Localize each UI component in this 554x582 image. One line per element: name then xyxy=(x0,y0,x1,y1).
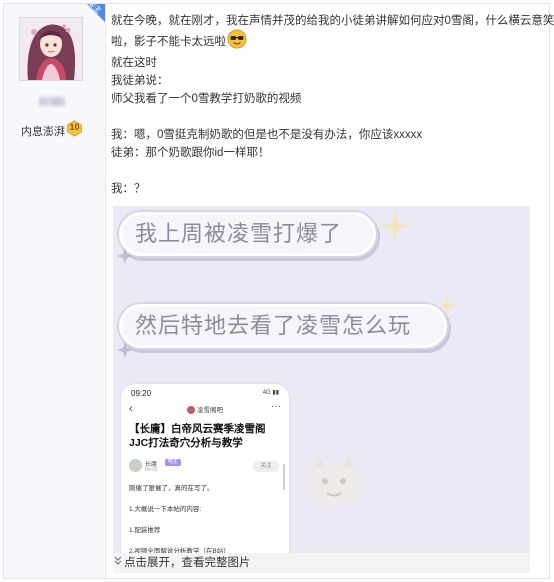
phone-scrollbar xyxy=(283,464,285,490)
author-sidebar: 内息澎湃 10 xyxy=(4,4,106,578)
user-title: 内息澎湃 xyxy=(21,126,65,138)
post-time: 09-02 xyxy=(145,467,158,473)
sunglasses-emoji-icon xyxy=(227,29,247,49)
post-line: 就在这时 xyxy=(111,57,157,69)
back-icon: ‹ xyxy=(129,403,133,415)
phone-body-line: 1.配装推荐 xyxy=(129,527,161,534)
post-line: 我：嗯，0雪挺克制奶歌的但是也不是没有办法，你应该xxxxx xyxy=(111,129,423,141)
forum-avatar-icon xyxy=(187,406,195,415)
author-tag: 吧主 xyxy=(165,459,182,466)
op-ribbon: 楼主 xyxy=(70,4,105,31)
speech-bubble: 我上周被凌雪打爆了 xyxy=(119,212,376,256)
level-number: 10 xyxy=(69,122,80,132)
forum-name: 凌雪阁吧 xyxy=(197,407,223,414)
post-body: 就在今晚，就在刚才，我在声情并茂的给我的小徒弟讲解如何应对0雪阁，什么横云意笑傲… xyxy=(111,12,554,198)
speech-bubble: 然后特地去看了凌雪怎么玩 xyxy=(119,304,447,348)
double-chevron-down-icon xyxy=(114,553,122,573)
post-line: 我：？ xyxy=(111,183,146,195)
level-badge-icon[interactable]: 10 xyxy=(66,120,83,137)
sparkle-decoration-icon xyxy=(117,342,133,358)
sparkle-decoration-icon xyxy=(117,248,133,264)
post-line-with-emoji: 啦，影子不能卡太远啦 xyxy=(111,29,531,54)
post-image[interactable]: 我上周被凌雪打爆了 然后特地去看了凌雪怎么玩 09:20 4G ▮▮ ‹ 凌雪阁… xyxy=(113,206,530,556)
follow-button: 关注 xyxy=(253,461,279,472)
author-avatar xyxy=(129,459,142,472)
post-line: 就在今晚，就在刚才，我在声情并茂的给我的小徒弟讲解如何应对0雪阁，什么横云意笑傲 xyxy=(111,15,554,27)
forum-header: 凌雪阁吧 xyxy=(187,404,223,415)
post-line: 啦，影子不能卡太远啦 xyxy=(111,36,226,48)
phone-post-title: 【长庸】白帝风云赛季凌雪阁 JJC打法奇穴分析与教学 xyxy=(129,423,266,449)
op-ribbon-label: 楼主 xyxy=(85,4,104,16)
post-line: 徒弟：那个奶歌跟你id一样耶！ xyxy=(111,147,270,159)
chevron-graphic xyxy=(114,556,122,565)
sparkle-decoration-icon xyxy=(437,296,457,316)
post-line: 师父我看了一个0雪教学打奶歌的视频 xyxy=(111,93,302,105)
phone-time: 09:20 xyxy=(131,389,152,398)
phone-body-line: 刚催了狠催了，真的在写了。 xyxy=(129,485,214,492)
phone-body-line: 1.大概说一下本帖的内容: xyxy=(129,506,202,513)
sparkle-decoration-icon xyxy=(379,210,411,242)
phone-screenshot: 09:20 4G ▮▮ ‹ 凌雪阁吧 ··· 【长庸】白帝风云赛季凌雪阁 JJC… xyxy=(121,384,289,556)
post-line: 我徒弟说： xyxy=(111,75,169,87)
emoji-graphic xyxy=(227,29,247,49)
ribbon-clip: 楼主 xyxy=(4,4,105,44)
expand-label: 点击展开，查看完整图片 xyxy=(124,557,251,569)
more-icon: ··· xyxy=(271,401,281,412)
expand-image-button[interactable]: 点击展开，查看完整图片 xyxy=(113,553,530,573)
sticker-watermark-icon xyxy=(308,455,360,509)
username-blurred xyxy=(39,97,65,106)
phone-status: 4G ▮▮ xyxy=(262,390,279,396)
